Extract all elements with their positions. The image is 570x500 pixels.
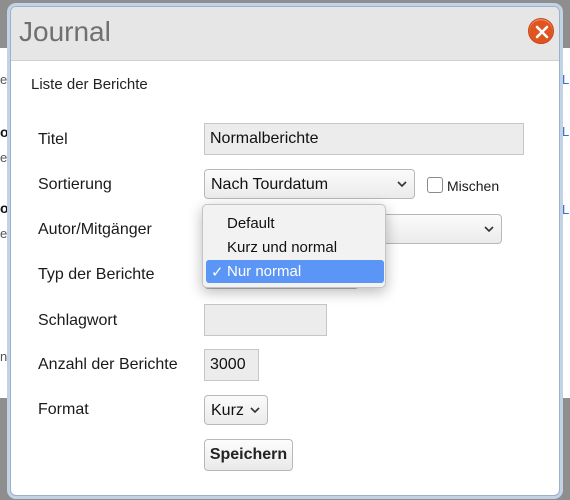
format-select[interactable]: Kurz: [204, 395, 268, 425]
close-button[interactable]: [528, 18, 554, 44]
anzahl-label: Anzahl der Berichte: [38, 356, 178, 373]
checkmark-icon: ✓: [211, 264, 224, 281]
menu-item-default[interactable]: Default: [206, 212, 384, 235]
chevron-down-icon: [250, 407, 260, 414]
background-link: L: [562, 202, 570, 217]
sortierung-value: Nach Tourdatum: [211, 176, 329, 193]
menu-item-label: Kurz und normal: [227, 239, 338, 256]
menu-item-label: Nur normal: [227, 263, 302, 280]
typ-dropdown-menu: Default Kurz und normal ✓ Nur normal: [202, 204, 386, 288]
menu-item-kurz-und-normal[interactable]: Kurz und normal: [206, 236, 384, 259]
dialog-subtitle: Liste der Berichte: [31, 76, 148, 93]
save-button[interactable]: Speichern: [204, 439, 293, 471]
background-text: o: [0, 124, 9, 140]
mischen-label: Mischen: [447, 178, 500, 194]
autor-label: Autor/Mitgänger: [38, 221, 152, 238]
schlagwort-input[interactable]: [204, 304, 327, 336]
background-text: o: [0, 200, 9, 216]
menu-item-nur-normal[interactable]: ✓ Nur normal: [206, 260, 384, 283]
titel-input[interactable]: [204, 123, 524, 155]
dialog-title: Journal: [19, 16, 111, 47]
titel-label: Titel: [38, 131, 68, 148]
background-link: L: [562, 72, 570, 87]
anzahl-input[interactable]: [204, 349, 259, 381]
sortierung-select[interactable]: Nach Tourdatum: [204, 169, 415, 199]
format-label: Format: [38, 401, 89, 418]
close-icon: [535, 25, 549, 39]
format-value: Kurz: [211, 402, 244, 419]
typ-label: Typ der Berichte: [38, 266, 155, 283]
chevron-down-icon: [484, 226, 494, 233]
dialog-titlebar: Journal: [11, 7, 559, 61]
background-link: L: [562, 124, 570, 139]
menu-item-label: Default: [227, 215, 275, 232]
chevron-down-icon: [397, 181, 407, 188]
mischen-checkbox[interactable]: [427, 177, 443, 193]
sortierung-label: Sortierung: [38, 176, 112, 193]
schlagwort-label: Schlagwort: [38, 312, 118, 329]
